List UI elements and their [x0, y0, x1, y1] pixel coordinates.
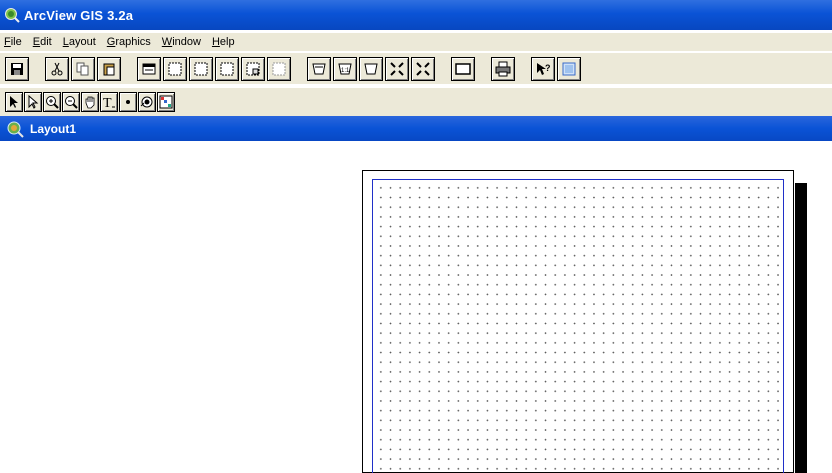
- zoom-out-tool[interactable]: [62, 92, 80, 112]
- layout-window-titlebar: Layout1: [0, 116, 832, 141]
- arcview-app: ArcView GIS 3.2a File Edit Layout Graphi…: [0, 0, 832, 473]
- copy-icon: [76, 62, 90, 76]
- menu-edit[interactable]: Edit: [33, 36, 52, 48]
- menu-graphics[interactable]: Graphics: [107, 36, 151, 48]
- page-shadow: [795, 183, 807, 473]
- zoom-in-page-button[interactable]: [385, 56, 409, 81]
- text-tool[interactable]: T: [100, 92, 118, 112]
- zoom-out-icon: [64, 95, 78, 109]
- layout-canvas[interactable]: [0, 141, 832, 473]
- help-button[interactable]: ?: [531, 56, 555, 81]
- frame-icon: [219, 61, 235, 77]
- layout-page[interactable]: [362, 170, 794, 473]
- cut-icon: [50, 62, 64, 76]
- cut-button[interactable]: [45, 56, 69, 81]
- frame-button-4[interactable]: [241, 56, 265, 81]
- menu-bar: File Edit Layout Graphics Window Help: [0, 33, 832, 51]
- menu-window[interactable]: Window: [162, 36, 201, 48]
- menu-help[interactable]: Help: [212, 36, 235, 48]
- frame-icon: [167, 61, 183, 77]
- zoom-in-tool[interactable]: [43, 92, 61, 112]
- save-icon: [10, 62, 24, 76]
- zoom-full-extent-button[interactable]: [307, 56, 331, 81]
- menu-layout[interactable]: Layout: [63, 36, 96, 48]
- zoom-page-icon: 1:1: [337, 61, 353, 77]
- vertex-icon: [27, 95, 39, 109]
- zoom-in-icon: [45, 95, 59, 109]
- frame-icon: [245, 61, 261, 77]
- pointer-tool[interactable]: [5, 92, 23, 112]
- copy-button[interactable]: [71, 56, 95, 81]
- help-icon: ?: [535, 61, 551, 77]
- grid-icon: [159, 95, 173, 109]
- rectangle-button[interactable]: [451, 56, 475, 81]
- pan-tool[interactable]: [81, 92, 99, 112]
- save-button[interactable]: [5, 56, 29, 81]
- title-bar: ArcView GIS 3.2a: [0, 0, 832, 30]
- svg-text:1:1: 1:1: [341, 68, 350, 74]
- zoom-full-icon: [311, 61, 327, 77]
- paste-button[interactable]: [97, 56, 121, 81]
- zoom-actual-button[interactable]: [359, 56, 383, 81]
- pan-icon: [83, 95, 97, 109]
- menu-file[interactable]: File: [4, 36, 22, 48]
- paste-icon: [102, 62, 116, 76]
- properties-button[interactable]: [137, 56, 161, 81]
- zoom-out-page-icon: [415, 61, 431, 77]
- vertex-edit-tool[interactable]: [24, 92, 42, 112]
- properties-icon: [142, 62, 156, 76]
- frame-draw-tool[interactable]: [138, 92, 156, 112]
- zoom-in-page-icon: [389, 61, 405, 77]
- pointer-icon: [8, 95, 20, 109]
- layout-button[interactable]: [557, 56, 581, 81]
- print-button[interactable]: [491, 56, 515, 81]
- tool-bar: T: [0, 88, 832, 116]
- text-icon: T: [102, 95, 116, 109]
- layout-globe-icon: [6, 120, 24, 138]
- frame-icon: [271, 61, 287, 77]
- frame-button-1[interactable]: [163, 56, 187, 81]
- frame-button-2[interactable]: [189, 56, 213, 81]
- frame-button-3[interactable]: [215, 56, 239, 81]
- grid-tool[interactable]: [157, 92, 175, 112]
- draw-point-icon: [121, 95, 135, 109]
- zoom-out-page-button[interactable]: [411, 56, 435, 81]
- frame-icon: [193, 61, 209, 77]
- frame-button-5[interactable]: [267, 56, 291, 81]
- layout-icon: [561, 61, 577, 77]
- button-bar: 1:1 ?: [0, 52, 832, 84]
- window-title: ArcView GIS 3.2a: [24, 7, 134, 23]
- arcview-globe-icon: [4, 7, 20, 23]
- svg-text:?: ?: [545, 63, 551, 73]
- layout-window-title: Layout1: [30, 121, 77, 136]
- print-icon: [495, 61, 511, 77]
- page-margin-grid: [372, 179, 784, 473]
- zoom-page-button[interactable]: 1:1: [333, 56, 357, 81]
- draw-point-tool[interactable]: [119, 92, 137, 112]
- svg-text:T: T: [103, 96, 112, 109]
- zoom-actual-icon: [363, 61, 379, 77]
- rectangle-icon: [455, 62, 471, 76]
- frame-draw-icon: [140, 95, 154, 109]
